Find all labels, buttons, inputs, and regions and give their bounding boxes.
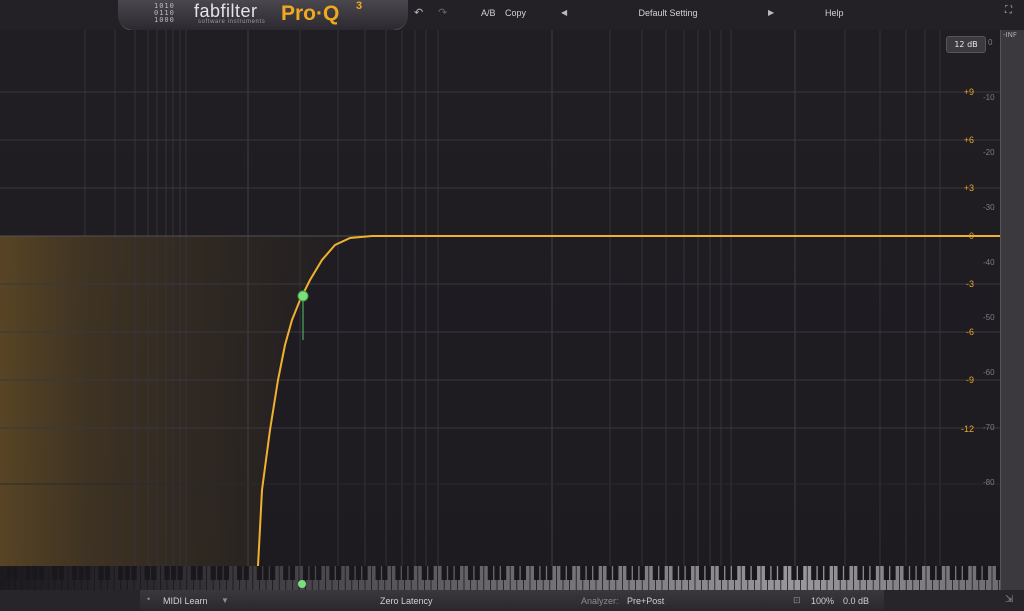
product-version: 3 <box>356 0 363 12</box>
gain-scale-label: -12 <box>960 424 974 434</box>
bottom-bar: • MIDI Learn ▼ Zero Latency Analyzer: Pr… <box>0 590 1024 611</box>
help-button[interactable]: Help <box>825 8 844 18</box>
fabfilter-logo-icon: 1010 0110 1000 <box>154 2 175 24</box>
eq-band-node[interactable] <box>297 290 309 302</box>
triangle-left-icon[interactable]: ◀ <box>561 8 567 17</box>
resize-icon[interactable]: ⇲ <box>1005 594 1013 605</box>
undo-icon[interactable]: ↶ <box>414 6 423 19</box>
gain-scale-label: -6 <box>965 327 974 337</box>
eq-display[interactable] <box>0 30 1000 590</box>
triangle-right-icon[interactable]: ▶ <box>768 8 774 17</box>
gain-scale-label: +6 <box>963 135 974 145</box>
piano-keyboard[interactable] <box>0 566 1008 590</box>
meter-inf-label: -INF <box>1003 31 1017 39</box>
product-name: Pro·Q <box>281 2 340 25</box>
midi-icon[interactable]: ⊡ <box>793 595 801 606</box>
copy-button[interactable]: Copy <box>505 8 526 18</box>
latency-mode-button[interactable]: Zero Latency <box>380 596 433 606</box>
brand-subtitle: software instruments <box>198 19 266 25</box>
zoom-value[interactable]: 100% <box>811 596 834 606</box>
chevron-down-icon[interactable]: ▼ <box>221 596 229 605</box>
redo-icon[interactable]: ↷ <box>438 6 447 19</box>
gain-scale-label: -9 <box>965 375 974 385</box>
analyzer-mode-button[interactable]: Pre+Post <box>627 596 664 606</box>
gain-scale-label: +9 <box>963 87 974 97</box>
midi-learn-indicator-icon: • <box>147 594 151 604</box>
top-bar: 1010 0110 1000 fabfilter software instrume… <box>0 0 1024 31</box>
logo-tab: 1010 0110 1000 fabfilter software instrume… <box>118 0 408 31</box>
preset-name[interactable]: Default Setting <box>590 8 746 18</box>
gain-scale-label: 0 <box>968 231 974 241</box>
eq-band-freq-marker[interactable] <box>298 580 306 588</box>
gain-scale-label: +3 <box>963 183 974 193</box>
bottom-tab <box>140 590 884 611</box>
ab-button[interactable]: A/B <box>481 8 496 18</box>
gain-scale-label: -3 <box>965 279 974 289</box>
analyzer-label: Analyzer: <box>581 596 619 606</box>
output-meter <box>1000 30 1024 590</box>
display-range-button[interactable]: 12 dB <box>946 36 986 53</box>
midi-learn-button[interactable]: MIDI Learn <box>163 596 208 606</box>
output-gain-value[interactable]: 0.0 dB <box>843 596 869 606</box>
fullscreen-icon[interactable]: ⛶ <box>1005 5 1012 16</box>
